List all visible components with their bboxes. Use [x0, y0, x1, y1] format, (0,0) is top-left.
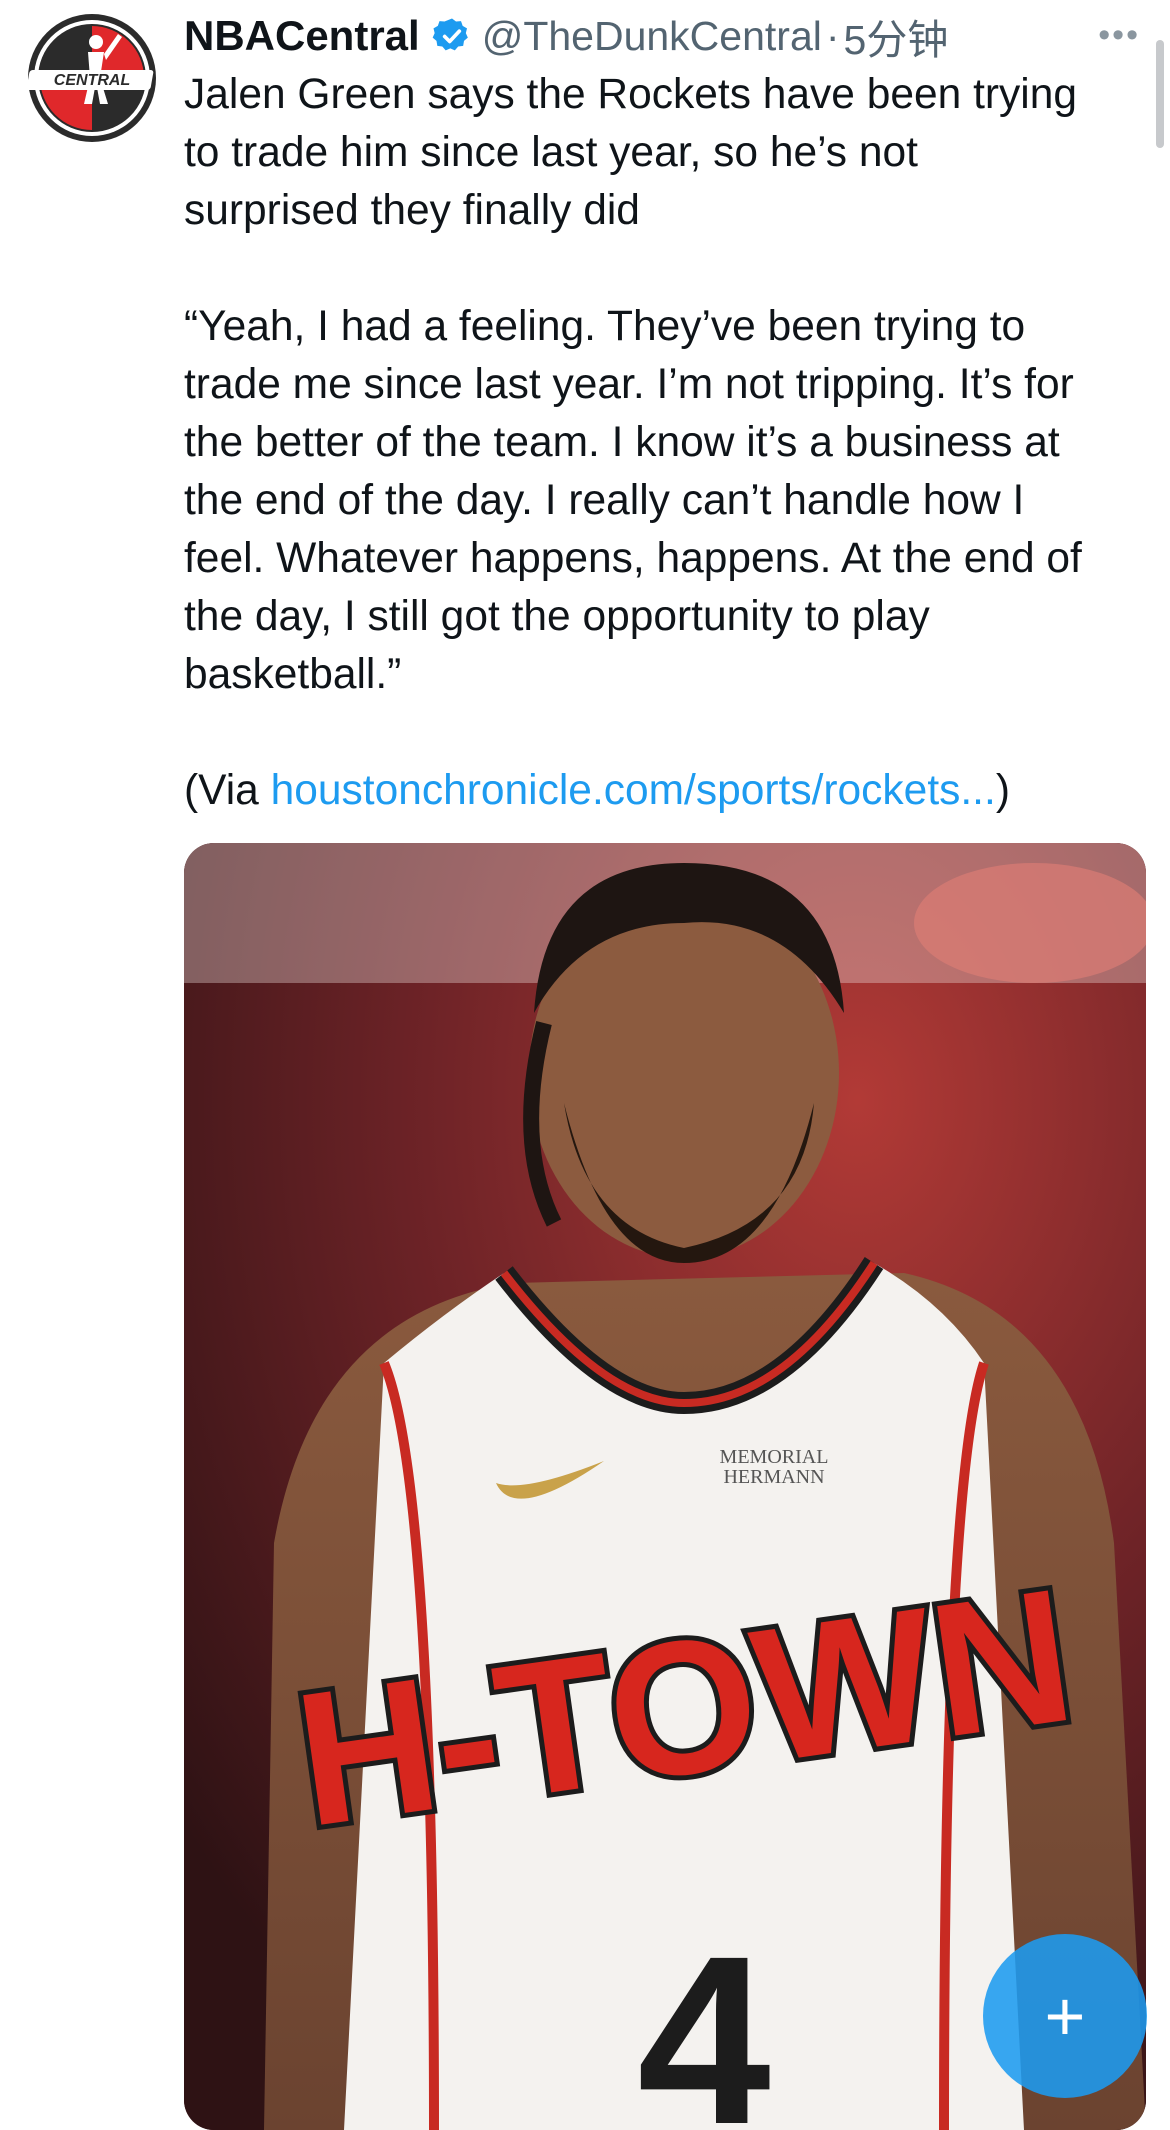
avatar-logo-text: CENTRAL — [54, 72, 130, 89]
jersey-number: 4 — [637, 1906, 770, 2130]
display-name[interactable]: NBACentral — [184, 12, 420, 60]
user-handle[interactable]: @TheDunkCentral — [482, 13, 822, 60]
nba-central-logo: CENTRAL — [26, 14, 156, 142]
via-suffix: ) — [995, 767, 1010, 814]
player-photo: MEMORIAL HERMANN H-TOWN 4 — [184, 843, 1146, 2130]
tweet-text-intro: Jalen Green says the Rockets have been t… — [184, 71, 1077, 234]
jersey-sponsor-line-2: HERMANN — [723, 1466, 824, 1488]
avatar[interactable]: CENTRAL — [26, 12, 158, 144]
more-horizontal-icon[interactable]: ••• — [1098, 16, 1140, 55]
tweet-text-via: (Via houstonchronicle.com/sports/rockets… — [184, 762, 1144, 820]
source-link[interactable]: houstonchronicle.com/sports/rockets... — [271, 767, 996, 814]
tweet-text-quote: “Yeah, I had a feeling. They’ve been try… — [184, 303, 1082, 698]
timestamp[interactable]: 5分钟 — [844, 6, 949, 66]
tweet-header: NBACentral @TheDunkCentral · 5分钟 — [184, 6, 1150, 66]
via-prefix: (Via — [184, 767, 271, 814]
verified-badge-icon — [432, 18, 468, 51]
tweet-screen: CENTRAL NBACentral @TheDunkCentral · 5分钟… — [0, 0, 1170, 2130]
plus-icon: + — [1044, 1977, 1086, 2055]
tweet-text: Jalen Green says the Rockets have been t… — [184, 66, 1144, 820]
compose-button[interactable]: + — [983, 1934, 1147, 2098]
jersey-sponsor-line-1: MEMORIAL — [720, 1446, 829, 1468]
scrollbar[interactable] — [1156, 40, 1164, 148]
tweet-image[interactable]: MEMORIAL HERMANN H-TOWN 4 — [184, 843, 1146, 2130]
header-separator: · — [825, 12, 840, 59]
